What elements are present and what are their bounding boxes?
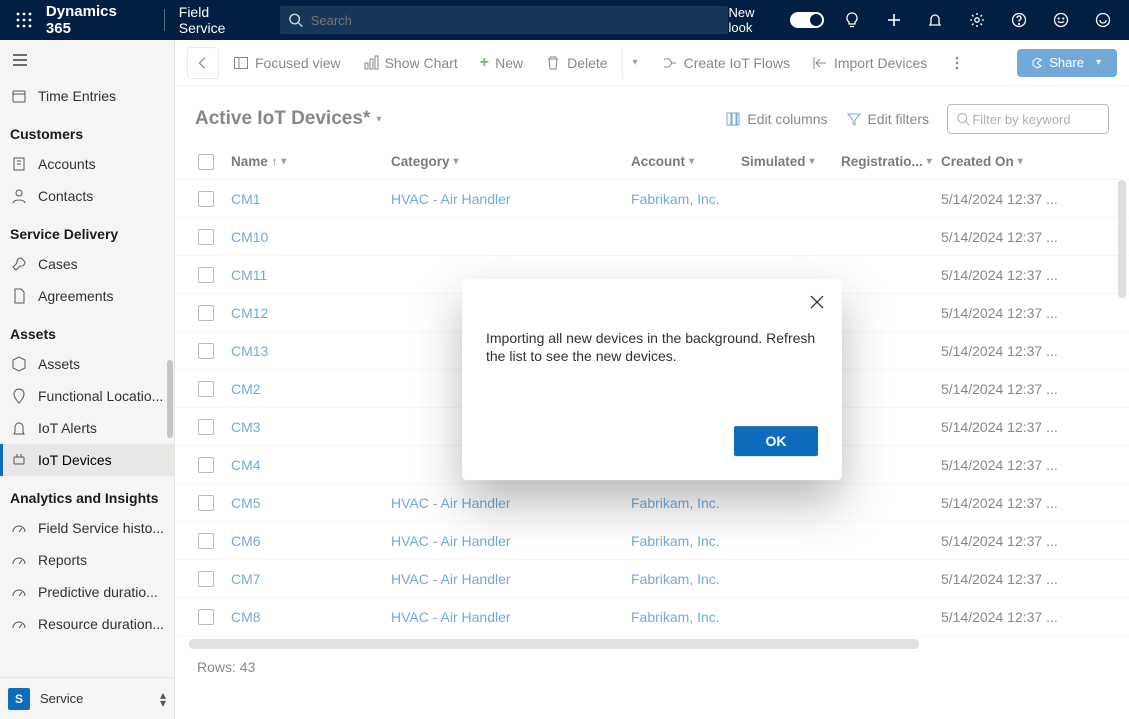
sidebar-item-reports[interactable]: Reports bbox=[0, 544, 174, 576]
sidebar-section-assets: Assets bbox=[0, 312, 174, 348]
sidebar-item-label: Agreements bbox=[38, 288, 113, 304]
sidebar-item-label: Contacts bbox=[38, 188, 93, 204]
sidebar-toggle[interactable] bbox=[0, 40, 174, 80]
sidebar-item-label: Accounts bbox=[38, 156, 96, 172]
sidebar-item-label: Resource duration... bbox=[38, 616, 164, 632]
updown-icon: ▴▾ bbox=[160, 691, 166, 707]
device-icon bbox=[10, 452, 28, 468]
dialog-message: Importing all new devices in the backgro… bbox=[486, 329, 818, 367]
sidebar-item-label: Field Service histo... bbox=[38, 520, 164, 536]
main-content: Focused view Show Chart + New Delete ▾ C… bbox=[175, 40, 1129, 719]
sidebar-item-label: Cases bbox=[38, 256, 78, 272]
suite-header: Dynamics 365 Field Service New look bbox=[0, 0, 1129, 40]
new-look-toggle[interactable]: New look bbox=[728, 5, 823, 35]
area-switcher[interactable]: S Service ▴▾ bbox=[0, 677, 174, 719]
toggle-pill bbox=[790, 12, 824, 28]
import-dialog: Importing all new devices in the backgro… bbox=[462, 279, 842, 481]
sidebar-item-iot-devices[interactable]: IoT Devices bbox=[0, 444, 174, 476]
sidebar-item-label: Predictive duratio... bbox=[38, 584, 158, 600]
hamburger-icon bbox=[12, 52, 28, 68]
gear-icon[interactable] bbox=[959, 0, 995, 40]
sidebar-item-resource-duration[interactable]: Resource duration... bbox=[0, 608, 174, 640]
add-icon[interactable] bbox=[876, 0, 912, 40]
assistant-icon[interactable] bbox=[1085, 0, 1121, 40]
person-icon bbox=[10, 188, 28, 204]
sidebar-item-label: Functional Locatio... bbox=[38, 388, 163, 404]
global-search[interactable] bbox=[280, 6, 729, 34]
new-look-label: New look bbox=[728, 5, 781, 35]
calendar-icon bbox=[10, 88, 28, 104]
dialog-ok-button[interactable]: OK bbox=[734, 426, 818, 456]
cube-icon bbox=[10, 356, 28, 372]
sidebar-item-label: IoT Alerts bbox=[38, 420, 97, 436]
brand-label[interactable]: Dynamics 365 bbox=[46, 3, 146, 37]
area-badge: S bbox=[8, 688, 30, 710]
sidebar-item-iot-alerts[interactable]: IoT Alerts bbox=[0, 412, 174, 444]
smile-icon[interactable] bbox=[1043, 0, 1079, 40]
divider bbox=[164, 9, 165, 31]
sidebar-item-functional-locations[interactable]: Functional Locatio... bbox=[0, 380, 174, 412]
help-icon[interactable] bbox=[1001, 0, 1037, 40]
building-icon bbox=[10, 156, 28, 172]
sidebar-item-label: IoT Devices bbox=[38, 452, 112, 468]
area-label: Service bbox=[40, 691, 83, 706]
alert-icon bbox=[10, 420, 28, 436]
global-search-input[interactable] bbox=[309, 12, 721, 29]
pin-icon bbox=[10, 388, 28, 404]
dialog-close-button[interactable] bbox=[802, 287, 832, 317]
document-icon bbox=[10, 288, 28, 304]
sidebar-section-service-delivery: Service Delivery bbox=[0, 212, 174, 248]
sidebar-section-customers: Customers bbox=[0, 112, 174, 148]
sidebar-item-fs-history[interactable]: Field Service histo... bbox=[0, 512, 174, 544]
bell-icon[interactable] bbox=[918, 0, 954, 40]
sidebar-item-cases[interactable]: Cases bbox=[0, 248, 174, 280]
gauge-icon bbox=[10, 584, 28, 600]
close-icon bbox=[810, 295, 824, 309]
sidebar-item-contacts[interactable]: Contacts bbox=[0, 180, 174, 212]
left-sidebar: Time Entries Customers Accounts Contacts… bbox=[0, 40, 175, 719]
gauge-icon bbox=[10, 616, 28, 632]
sidebar-item-label: Assets bbox=[38, 356, 80, 372]
sidebar-item-label: Reports bbox=[38, 552, 87, 568]
sidebar-item-predictive-duration[interactable]: Predictive duratio... bbox=[0, 576, 174, 608]
sidebar-item-agreements[interactable]: Agreements bbox=[0, 280, 174, 312]
app-name[interactable]: Field Service bbox=[179, 4, 260, 36]
app-launcher[interactable] bbox=[8, 4, 40, 36]
sidebar-scrollbar[interactable] bbox=[167, 360, 173, 438]
sidebar-section-analytics: Analytics and Insights bbox=[0, 476, 174, 512]
search-icon bbox=[288, 12, 303, 28]
gauge-icon bbox=[10, 552, 28, 568]
wrench-icon bbox=[10, 256, 28, 272]
sidebar-item-accounts[interactable]: Accounts bbox=[0, 148, 174, 180]
sidebar-item-label: Time Entries bbox=[38, 88, 116, 104]
sidebar-item-time-entries[interactable]: Time Entries bbox=[0, 80, 174, 112]
sidebar-item-assets[interactable]: Assets bbox=[0, 348, 174, 380]
lightbulb-icon[interactable] bbox=[834, 0, 870, 40]
gauge-icon bbox=[10, 520, 28, 536]
